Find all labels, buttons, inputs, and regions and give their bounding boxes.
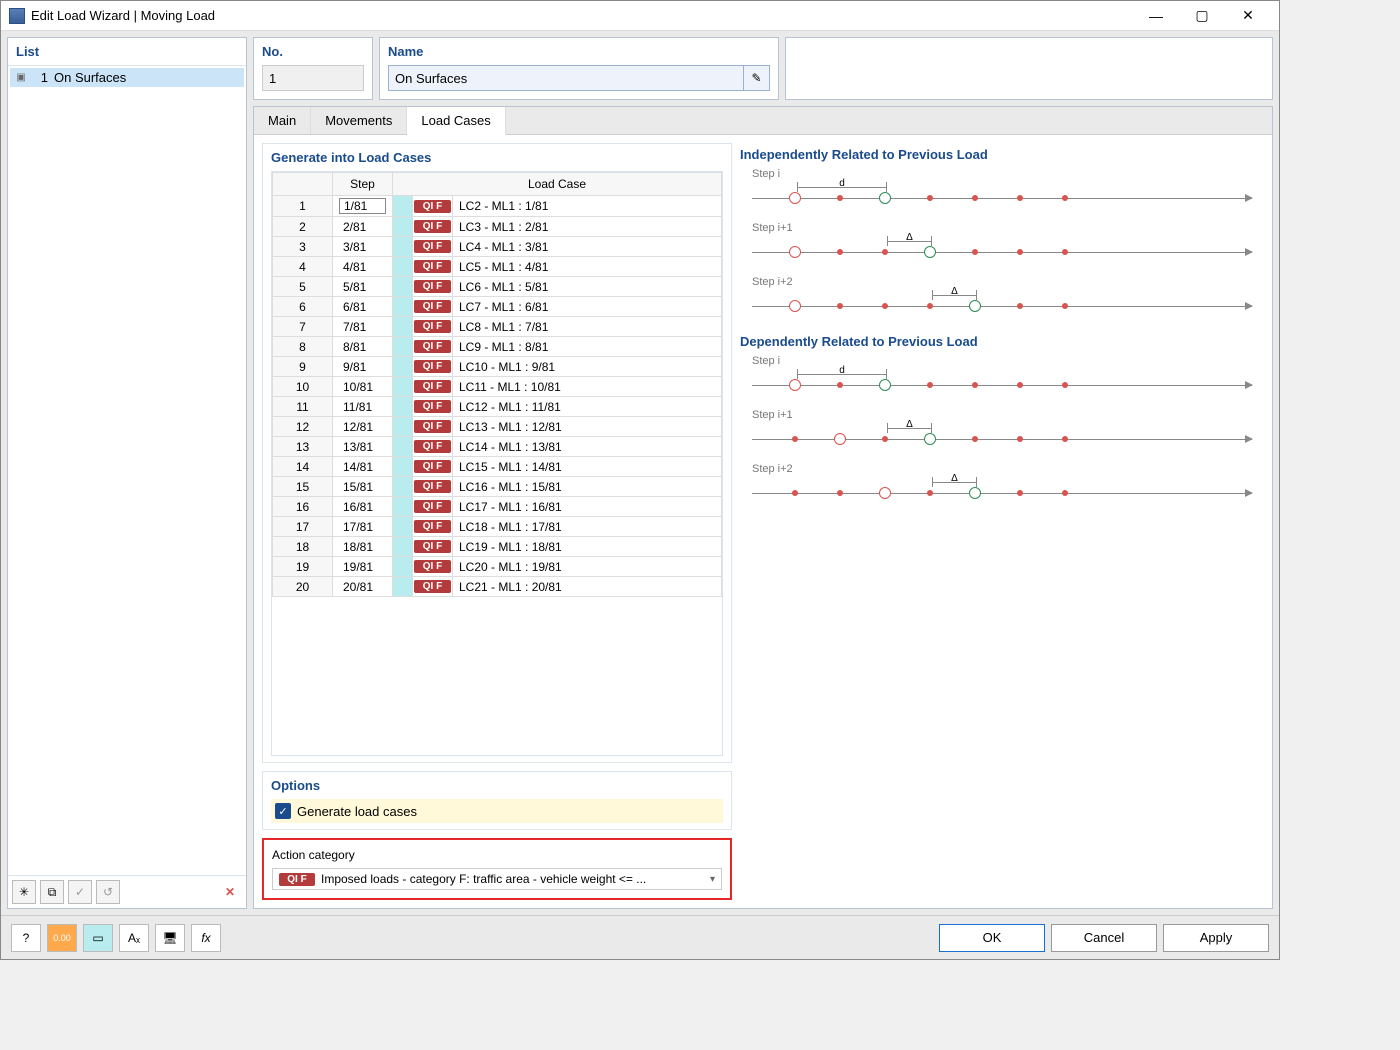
reset-button[interactable]: ↺	[96, 880, 120, 904]
table-row[interactable]: 7 QI F LC8 - ML1 : 7/81	[273, 317, 722, 337]
fx-button[interactable]: fx	[191, 924, 221, 952]
list-panel: List ▣ 1 On Surfaces ✳ ⧉ ✓ ↺ ✕	[7, 37, 247, 909]
no-box: No.	[253, 37, 373, 100]
table-row[interactable]: 14 QI F LC15 - ML1 : 14/81	[273, 457, 722, 477]
generate-checkbox[interactable]: ✓ Generate load cases	[271, 799, 723, 823]
table-row[interactable]: 5 QI F LC6 - ML1 : 5/81	[273, 277, 722, 297]
table-row[interactable]: 10 QI F LC11 - ML1 : 10/81	[273, 377, 722, 397]
table-row[interactable]: 15 QI F LC16 - ML1 : 15/81	[273, 477, 722, 497]
step-cell[interactable]	[339, 440, 386, 454]
loadcases-grid[interactable]: Step Load Case 1 QI F LC2 - ML1 : 1/812 …	[272, 172, 722, 597]
step-cell[interactable]	[339, 500, 386, 514]
step-cell[interactable]	[339, 560, 386, 574]
close-button[interactable]: ✕	[1225, 2, 1271, 30]
titlebar: Edit Load Wizard | Moving Load — ▢ ✕	[1, 1, 1279, 31]
step-cell[interactable]	[339, 540, 386, 554]
table-row[interactable]: 1 QI F LC2 - ML1 : 1/81	[273, 196, 722, 217]
tab-load-cases[interactable]: Load Cases	[407, 107, 505, 135]
units-button[interactable]: 0.00	[47, 924, 77, 952]
table-row[interactable]: 6 QI F LC7 - ML1 : 6/81	[273, 297, 722, 317]
step-cell[interactable]	[339, 420, 386, 434]
options-title: Options	[271, 778, 723, 793]
edit-name-button[interactable]: ✎	[744, 65, 770, 91]
table-row[interactable]: 13 QI F LC14 - ML1 : 13/81	[273, 437, 722, 457]
list-item[interactable]: ▣ 1 On Surfaces	[10, 68, 244, 87]
settings-button[interactable]: Aₓ	[119, 924, 149, 952]
table-row[interactable]: 3 QI F LC4 - ML1 : 3/81	[273, 237, 722, 257]
table-row[interactable]: 16 QI F LC17 - ML1 : 16/81	[273, 497, 722, 517]
maximize-button[interactable]: ▢	[1179, 2, 1225, 30]
window-title: Edit Load Wizard | Moving Load	[31, 8, 1133, 23]
table-row[interactable]: 19 QI F LC20 - ML1 : 19/81	[273, 557, 722, 577]
name-box: Name ✎	[379, 37, 779, 100]
step-cell[interactable]	[339, 380, 386, 394]
name-field[interactable]	[388, 65, 744, 91]
step-cell[interactable]	[339, 400, 386, 414]
step-cell[interactable]	[339, 300, 386, 314]
table-row[interactable]: 11 QI F LC12 - ML1 : 11/81	[273, 397, 722, 417]
checkbox-icon: ✓	[275, 803, 291, 819]
step-cell[interactable]	[339, 198, 386, 214]
step-cell[interactable]	[339, 220, 386, 234]
table-row[interactable]: 4 QI F LC5 - ML1 : 4/81	[273, 257, 722, 277]
step-cell[interactable]	[339, 280, 386, 294]
action-category-panel: Action category QI F Imposed loads - cat…	[262, 838, 732, 900]
table-row[interactable]: 9 QI F LC10 - ML1 : 9/81	[273, 357, 722, 377]
table-row[interactable]: 8 QI F LC9 - ML1 : 8/81	[273, 337, 722, 357]
action-category-select[interactable]: QI F Imposed loads - category F: traffic…	[272, 868, 722, 890]
view-button[interactable]: ▭	[83, 924, 113, 952]
step-cell[interactable]	[339, 520, 386, 534]
list-header: List	[8, 38, 246, 66]
table-row[interactable]: 2 QI F LC3 - ML1 : 2/81	[273, 217, 722, 237]
step-cell[interactable]	[339, 580, 386, 594]
step-cell[interactable]	[339, 320, 386, 334]
tab-main[interactable]: Main	[254, 107, 311, 134]
apply-button[interactable]: Apply	[1163, 924, 1269, 952]
ok-button[interactable]: OK	[939, 924, 1045, 952]
check-button[interactable]: ✓	[68, 880, 92, 904]
chevron-down-icon: ▾	[710, 874, 715, 885]
no-field[interactable]	[262, 65, 364, 91]
step-cell[interactable]	[339, 340, 386, 354]
table-row[interactable]: 17 QI F LC18 - ML1 : 17/81	[273, 517, 722, 537]
step-cell[interactable]	[339, 460, 386, 474]
copy-button[interactable]: ⧉	[40, 880, 64, 904]
step-cell[interactable]	[339, 240, 386, 254]
table-row[interactable]: 18 QI F LC19 - ML1 : 18/81	[273, 537, 722, 557]
step-cell[interactable]	[339, 360, 386, 374]
step-cell[interactable]	[339, 260, 386, 274]
display-button[interactable]: 🖥	[155, 924, 185, 952]
cancel-button[interactable]: Cancel	[1051, 924, 1157, 952]
table-row[interactable]: 20 QI F LC21 - ML1 : 20/81	[273, 577, 722, 597]
help-button[interactable]: ?	[11, 924, 41, 952]
app-icon	[9, 8, 25, 24]
grid-title: Generate into Load Cases	[271, 150, 723, 165]
minimize-button[interactable]: —	[1133, 2, 1179, 30]
tabs: Main Movements Load Cases	[254, 107, 1272, 135]
delete-button[interactable]: ✕	[218, 880, 242, 904]
expand-icon[interactable]: ▣	[16, 72, 26, 83]
new-button[interactable]: ✳	[12, 880, 36, 904]
table-row[interactable]: 12 QI F LC13 - ML1 : 12/81	[273, 417, 722, 437]
step-cell[interactable]	[339, 480, 386, 494]
diagram-panel: Independently Related to Previous Load S…	[740, 143, 1264, 900]
blank-panel	[785, 37, 1273, 100]
tab-movements[interactable]: Movements	[311, 107, 407, 134]
